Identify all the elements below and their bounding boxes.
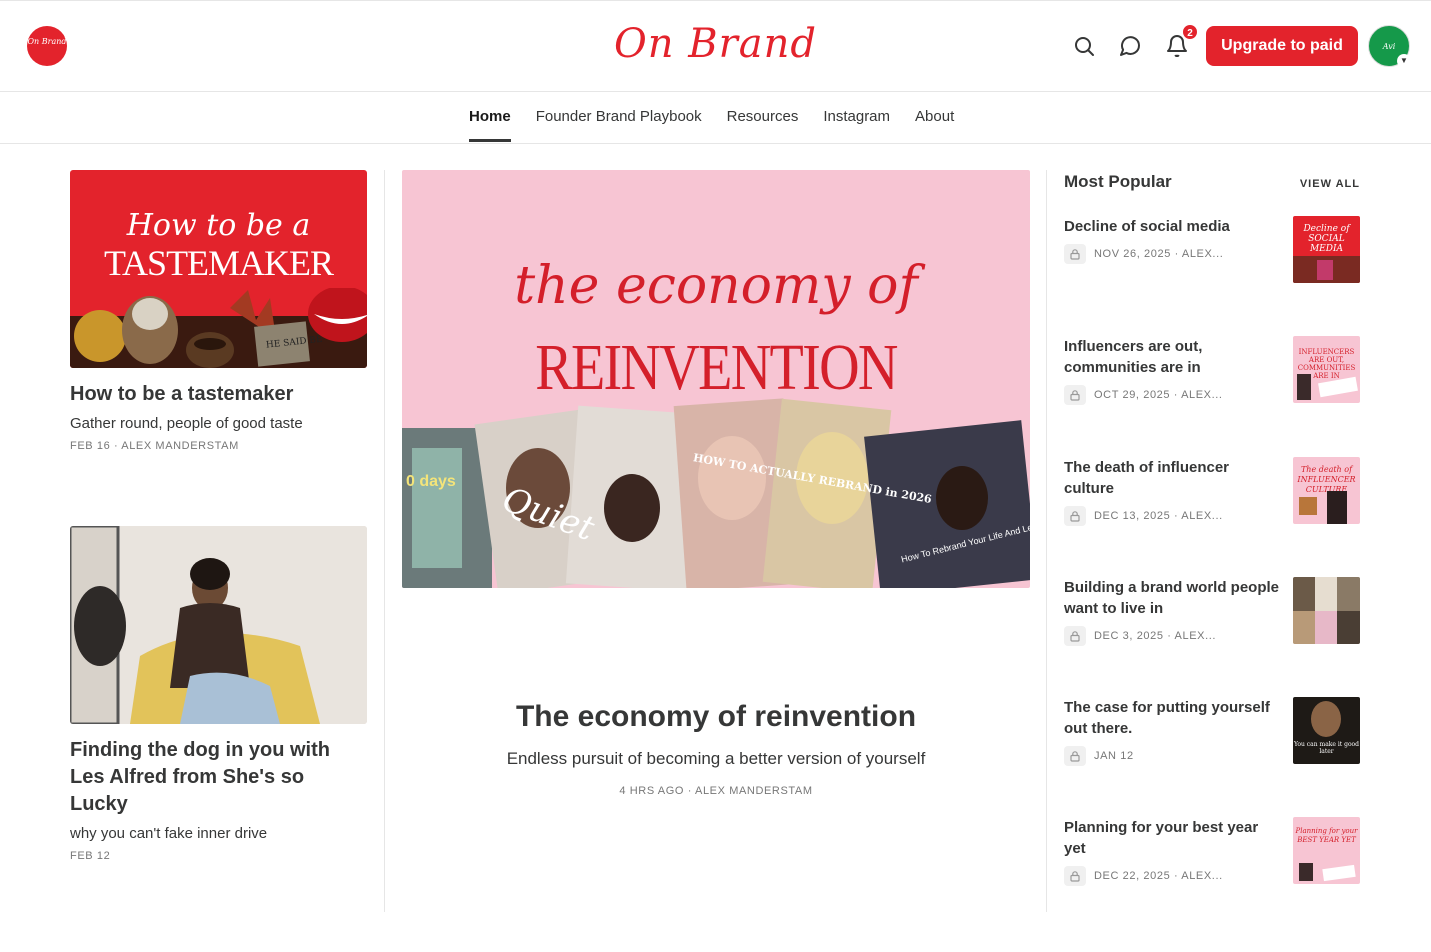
site-header: On Brand On Brand 2 Upgrade to paid Avi … [0,0,1431,92]
popular-post-thumbnail[interactable] [1293,577,1360,644]
popular-post-item[interactable]: Decline of social media NOV 26, 2025 · A… [1064,216,1360,284]
hero-post-subtitle: Endless pursuit of becoming a better ver… [506,749,926,768]
view-all-link[interactable]: VIEW ALL [1290,178,1360,190]
popular-post-date-author: DEC 22, 2025 · ALEX... [1094,870,1223,882]
lock-icon [1064,866,1086,886]
lock-icon [1064,506,1086,526]
nav-tab-home[interactable]: Home [469,92,511,142]
popular-post-date-author: DEC 3, 2025 · ALEX... [1094,630,1217,642]
hero-image-script-text: the economy of [514,256,918,316]
most-popular-heading: Most Popular [1064,172,1172,191]
post-subtitle: why you can't fake inner drive [70,825,268,842]
thumbnail-caps-text: TASTEMAKER [103,243,334,283]
hero-image-caps-text: REINVENTION [535,331,898,404]
popular-post-title[interactable]: The case for putting yourself out there. [1064,697,1282,739]
post-meta: FEB 16 · ALEX MANDERSTAM [70,440,239,452]
lock-icon [1064,626,1086,646]
popular-post-item[interactable]: The death of influencer culture DEC 13, … [1064,457,1360,526]
thumbnail-text: You can make it good later [1293,741,1360,755]
popular-post-title[interactable]: Planning for your best year yet [1064,817,1282,859]
hero-post-title[interactable]: The economy of reinvention [402,700,1030,734]
popular-post-date-author: JAN 12 [1094,750,1134,762]
collage-caption-days: 0 days [406,473,456,490]
popular-post-date-author: NOV 26, 2025 · ALEX... [1094,248,1224,260]
popular-post-date-author: DEC 13, 2025 · ALEX... [1094,510,1223,522]
thumbnail-script-text: How to be a [126,208,311,243]
lock-icon [1064,746,1086,766]
nav-tab-instagram[interactable]: Instagram [823,92,890,144]
nav-tab-about[interactable]: About [915,92,954,144]
popular-post-item[interactable]: Influencers are out, communities are in … [1064,336,1360,405]
main-navigation: Home Founder Brand Playbook Resources In… [0,92,1431,144]
popular-post-item[interactable]: Planning for your best year yet DEC 22, … [1064,817,1360,886]
post-card[interactable]: How to be a TASTEMAKER HE SAID BE How to… [70,170,367,452]
upgrade-to-paid-button[interactable]: Upgrade to paid [1206,26,1358,66]
chevron-down-icon[interactable]: ▼ [1397,54,1411,68]
thumbnail-text: Decline of SOCIAL MEDIA [1303,224,1350,254]
post-title[interactable]: Finding the dog in you with Les Alfred f… [70,737,367,818]
interview-photo [70,526,367,724]
popular-post-thumbnail[interactable]: The death of INFLUENCER CULTURE [1293,457,1360,524]
popular-post-meta: DEC 22, 2025 · ALEX... [1064,866,1223,886]
popular-post-thumbnail[interactable]: Decline of SOCIAL MEDIA [1293,216,1360,283]
popular-post-meta: DEC 13, 2025 · ALEX... [1064,506,1223,526]
post-meta: FEB 12 [70,850,111,862]
popular-post-meta: JAN 12 [1064,746,1134,766]
chat-icon[interactable] [1118,34,1142,58]
reinvention-collage: 0 days Quiet HOW TO ACTUALLY REBRAND in … [402,398,1030,588]
post-title[interactable]: How to be a tastemaker [70,381,367,408]
column-divider [1046,170,1047,912]
post-card[interactable]: Finding the dog in you with Les Alfred f… [70,526,367,862]
popular-post-thumbnail[interactable]: INFLUENCERS ARE OUT, COMMUNITIES ARE IN [1293,336,1360,403]
tastemaker-collage: HE SAID BE [70,288,367,368]
hero-post-meta: 4 HRS AGO · ALEX MANDERSTAM [619,785,813,797]
popular-post-thumbnail[interactable]: You can make it good later [1293,697,1360,764]
popular-post-title[interactable]: Decline of social media [1064,216,1282,237]
nav-tab-founder-brand-playbook[interactable]: Founder Brand Playbook [536,92,702,144]
notification-count-badge: 2 [1181,23,1199,41]
hero-post-image[interactable]: the economy of REINVENTION 0 days Quiet … [402,170,1030,588]
popular-post-date-author: OCT 29, 2025 · ALEX... [1094,389,1223,401]
lock-icon [1064,385,1086,405]
popular-post-item[interactable]: The case for putting yourself out there.… [1064,697,1360,766]
search-icon[interactable] [1072,34,1096,58]
post-thumbnail[interactable]: How to be a TASTEMAKER HE SAID BE [70,170,367,368]
popular-post-item[interactable]: Building a brand world people want to li… [1064,577,1360,646]
thumbnail-text: Planning for your BEST YEAR YET [1295,827,1358,844]
popular-post-title[interactable]: Influencers are out, communities are in [1064,336,1282,378]
popular-post-meta: DEC 3, 2025 · ALEX... [1064,626,1216,646]
column-divider [384,170,385,912]
nav-tab-resources[interactable]: Resources [727,92,799,144]
post-thumbnail[interactable] [70,526,367,724]
lock-icon [1064,244,1086,264]
popular-post-meta: NOV 26, 2025 · ALEX... [1064,244,1223,264]
popular-post-thumbnail[interactable]: Planning for your BEST YEAR YET [1293,817,1360,884]
post-subtitle: Gather round, people of good taste [70,415,303,432]
popular-post-title[interactable]: Building a brand world people want to li… [1064,577,1282,619]
popular-post-title[interactable]: The death of influencer culture [1064,457,1282,499]
popular-post-meta: OCT 29, 2025 · ALEX... [1064,385,1223,405]
